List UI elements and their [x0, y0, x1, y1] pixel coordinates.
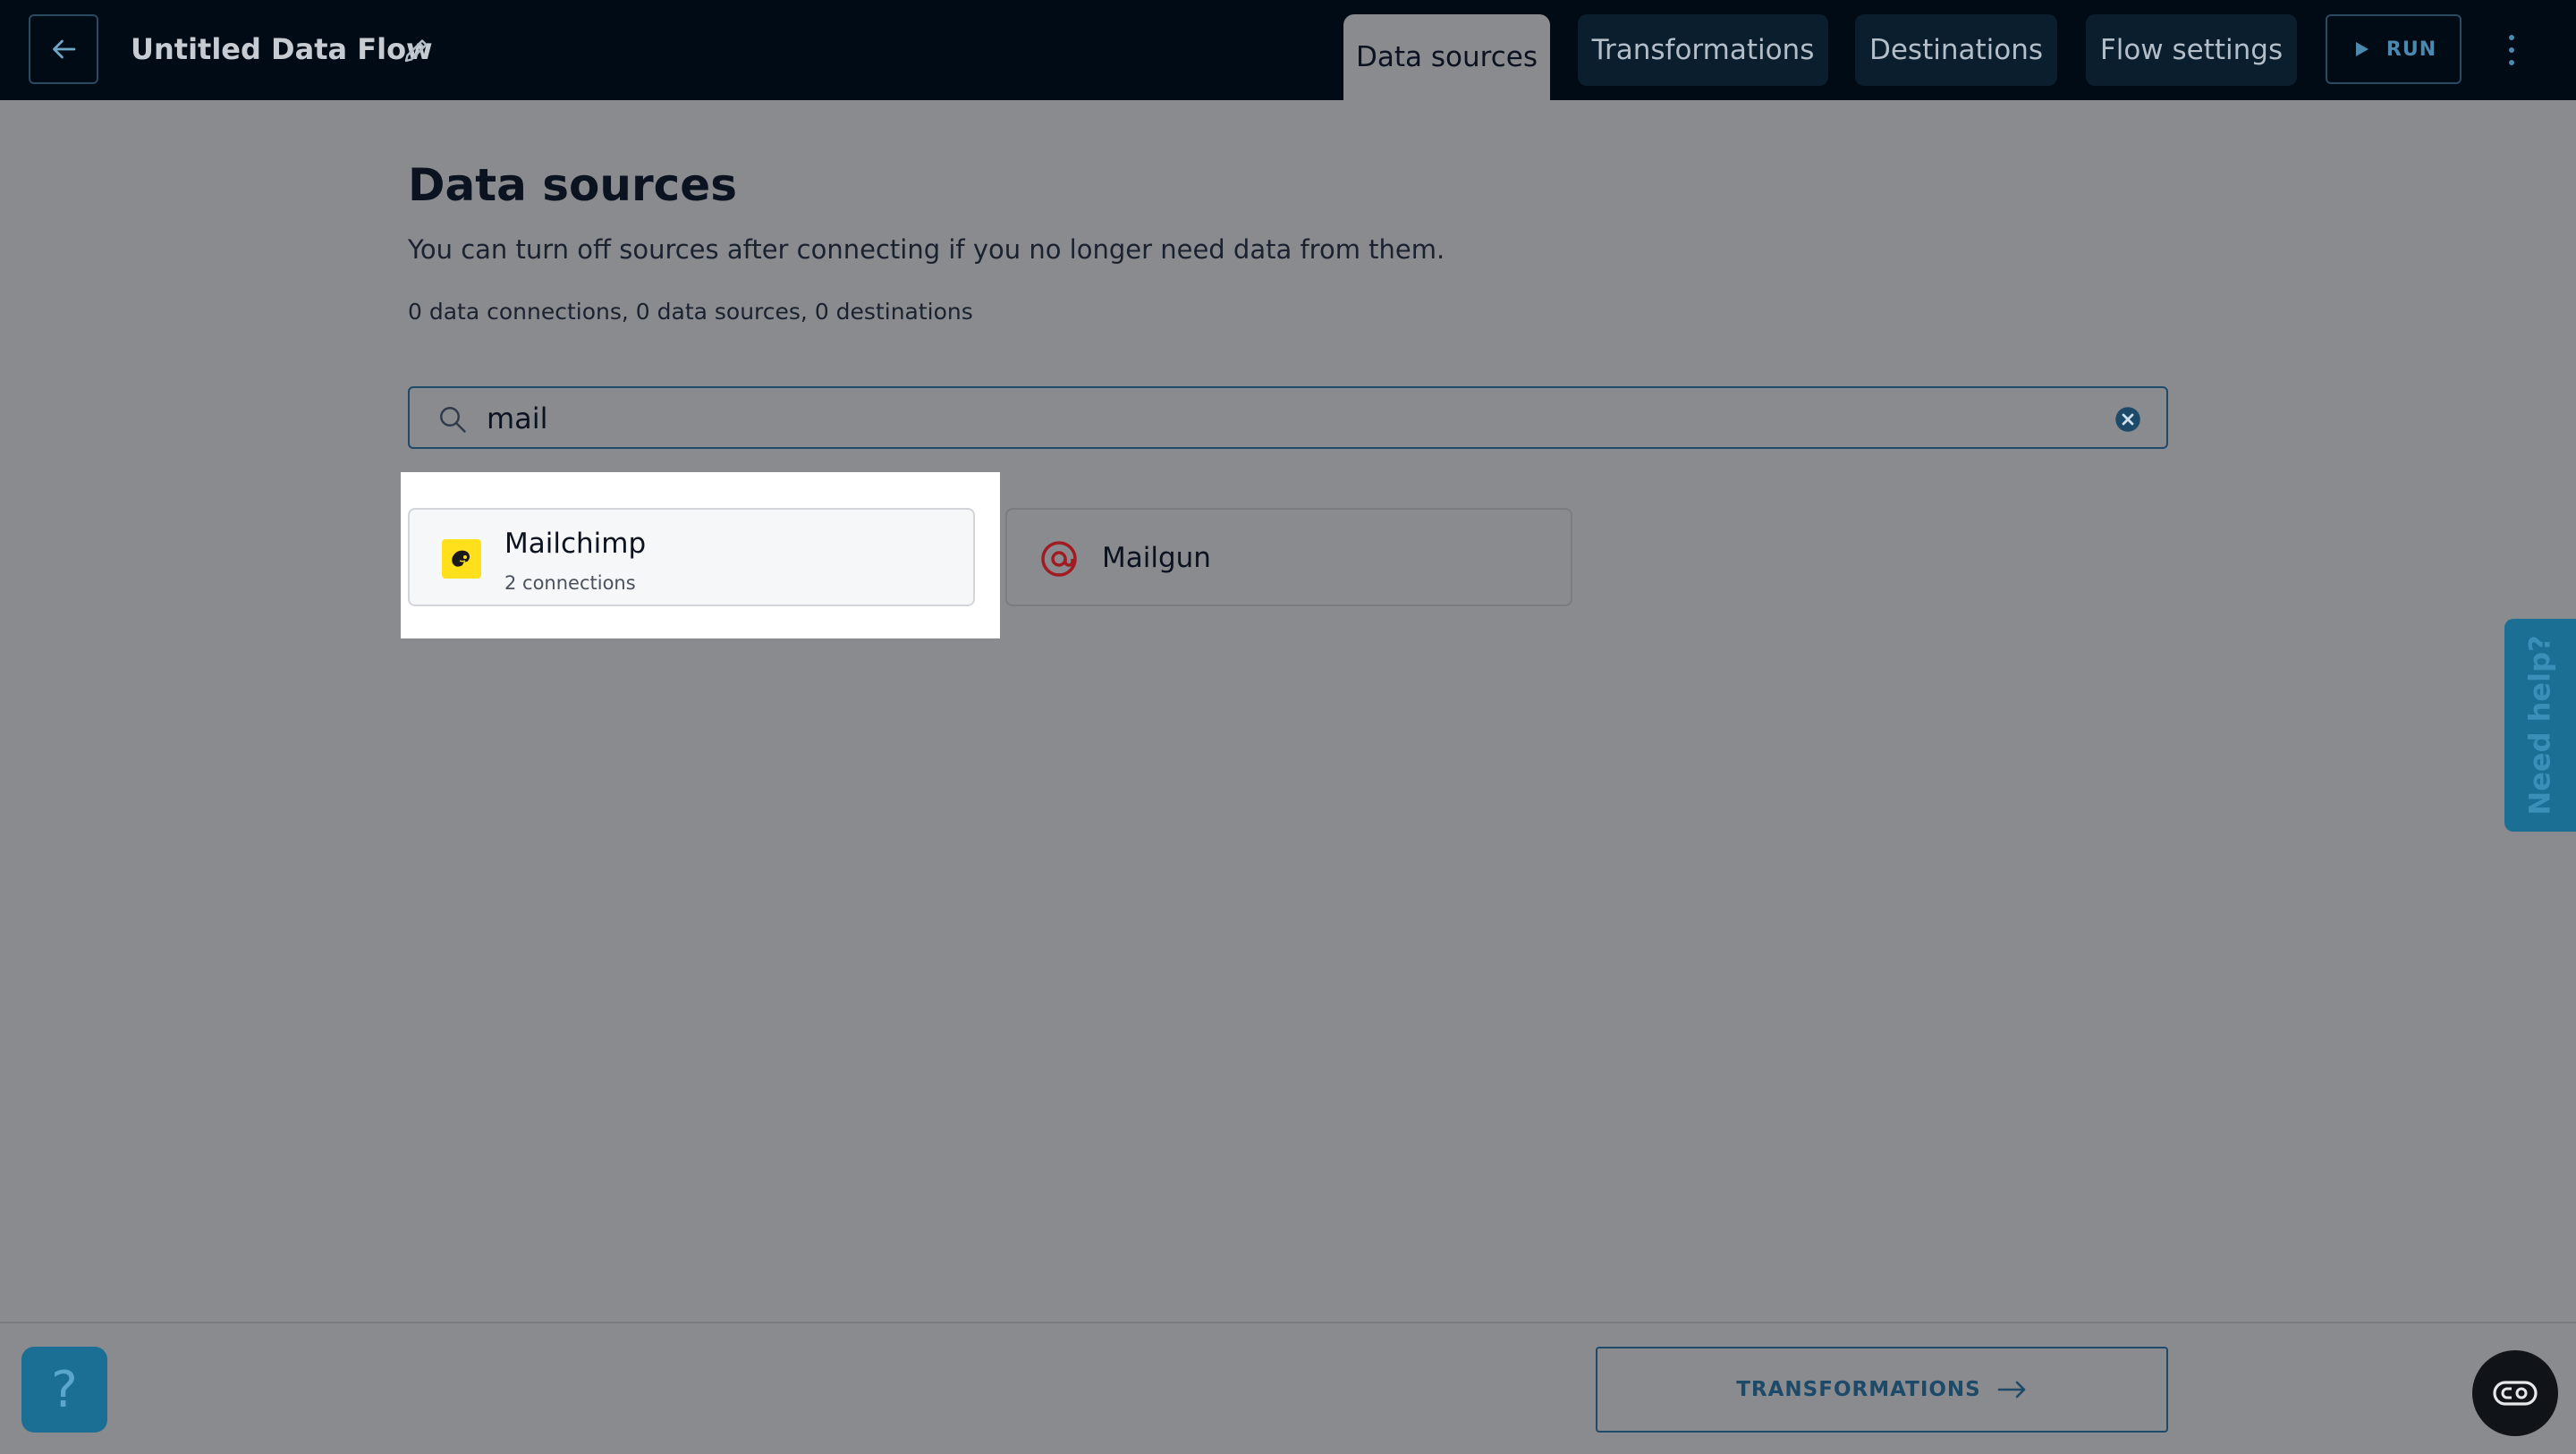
- clear-icon[interactable]: [2114, 406, 2141, 433]
- mailgun-logo: [1041, 541, 1077, 577]
- page-subtitle: You can turn off sources after connectin…: [408, 234, 1445, 265]
- source-name: Mailgun: [1102, 542, 1211, 574]
- run-label: RUN: [2385, 38, 2437, 61]
- connection-counts: 0 data connections, 0 data sources, 0 de…: [408, 299, 973, 325]
- more-vertical-icon[interactable]: [2501, 30, 2522, 70]
- page-title: Data sources: [408, 159, 737, 211]
- tab-destinations[interactable]: Destinations: [1855, 14, 2057, 86]
- source-connections: 2 connections: [504, 572, 636, 594]
- next-transformations-button[interactable]: TRANSFORMATIONS: [1596, 1347, 2168, 1433]
- chat-button[interactable]: [2472, 1350, 2558, 1436]
- search-input[interactable]: [485, 388, 2063, 449]
- search-box: [408, 386, 2168, 449]
- pencil-icon[interactable]: [401, 34, 433, 66]
- footer-bar: ? TRANSFORMATIONS: [0, 1322, 2576, 1454]
- tab-transformations[interactable]: Transformations: [1578, 14, 1828, 86]
- tab-label: Destinations: [1868, 34, 2044, 66]
- arrow-left-icon: [53, 39, 76, 59]
- next-label: TRANSFORMATIONS: [1736, 1378, 1981, 1401]
- tab-flow-settings[interactable]: Flow settings: [2086, 14, 2297, 86]
- help-button[interactable]: ?: [21, 1347, 107, 1433]
- flow-title: Untitled Data Flow: [131, 32, 433, 66]
- search-icon: [440, 407, 466, 433]
- tab-label: Transformations: [1591, 34, 1815, 66]
- help-label: ?: [51, 1360, 78, 1419]
- top-bar: Untitled Data Flow Data sources Transfor…: [0, 0, 2576, 100]
- source-card-mailchimp[interactable]: Mailchimp 2 connections: [408, 508, 975, 606]
- need-help-label: Need help?: [2523, 635, 2557, 816]
- need-help-tab[interactable]: Need help?: [2504, 619, 2576, 832]
- tab-label: Data sources: [1356, 41, 1538, 73]
- back-button[interactable]: [29, 14, 98, 84]
- chat-icon: [2493, 1381, 2538, 1406]
- source-card-mailgun[interactable]: Mailgun: [1005, 508, 1572, 606]
- run-button[interactable]: RUN: [2326, 14, 2462, 84]
- tab-data-sources[interactable]: Data sources: [1343, 14, 1550, 100]
- source-name: Mailchimp: [504, 528, 647, 560]
- arrow-right-icon: [1997, 1381, 2026, 1399]
- play-icon: [2355, 42, 2368, 56]
- mailchimp-logo: [442, 539, 481, 579]
- tab-label: Flow settings: [2099, 34, 2284, 66]
